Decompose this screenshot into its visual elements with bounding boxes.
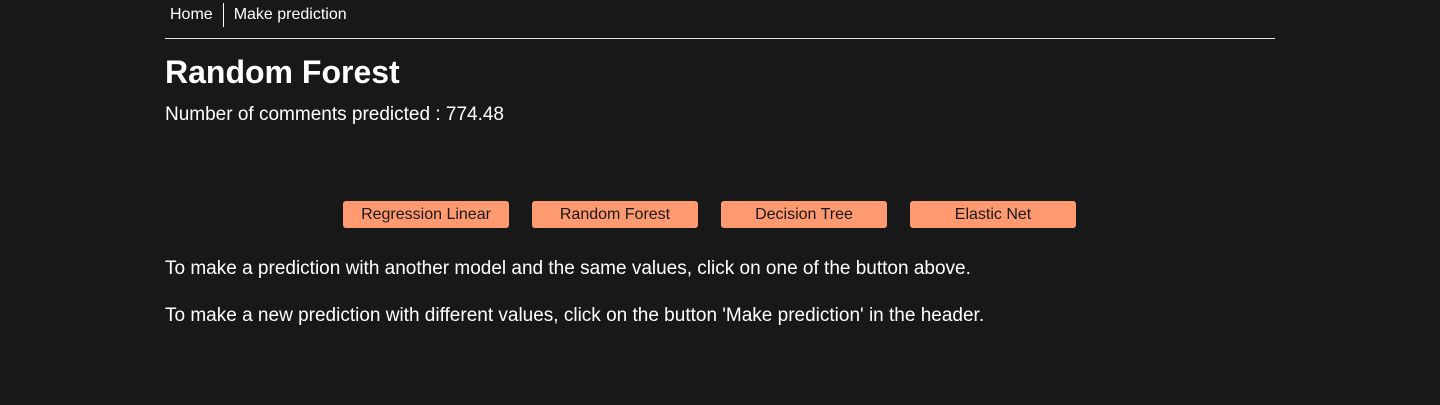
info-text-new-prediction: To make a new prediction with different …: [165, 305, 985, 326]
random-forest-button[interactable]: Random Forest: [532, 201, 698, 228]
prediction-result: Number of comments predicted : 774.48: [165, 102, 504, 128]
elastic-net-button[interactable]: Elastic Net: [910, 201, 1076, 228]
regression-linear-button[interactable]: Regression Linear: [343, 201, 509, 228]
prediction-result-label: Number of comments predicted :: [165, 104, 446, 125]
header-nav: Home Make prediction: [165, 0, 1275, 39]
page-container: Home Make prediction Random Forest Numbe…: [165, 0, 1275, 326]
nav-make-prediction-link[interactable]: Make prediction: [224, 3, 347, 27]
model-buttons: Regression Linear Random Forest Decision…: [343, 201, 1076, 228]
nav-home-link[interactable]: Home: [165, 3, 224, 27]
info-text-other-model: To make a prediction with another model …: [165, 258, 971, 279]
prediction-result-value: 774.48: [445, 104, 505, 125]
page-title: Random Forest: [165, 54, 400, 90]
decision-tree-button[interactable]: Decision Tree: [721, 201, 887, 228]
